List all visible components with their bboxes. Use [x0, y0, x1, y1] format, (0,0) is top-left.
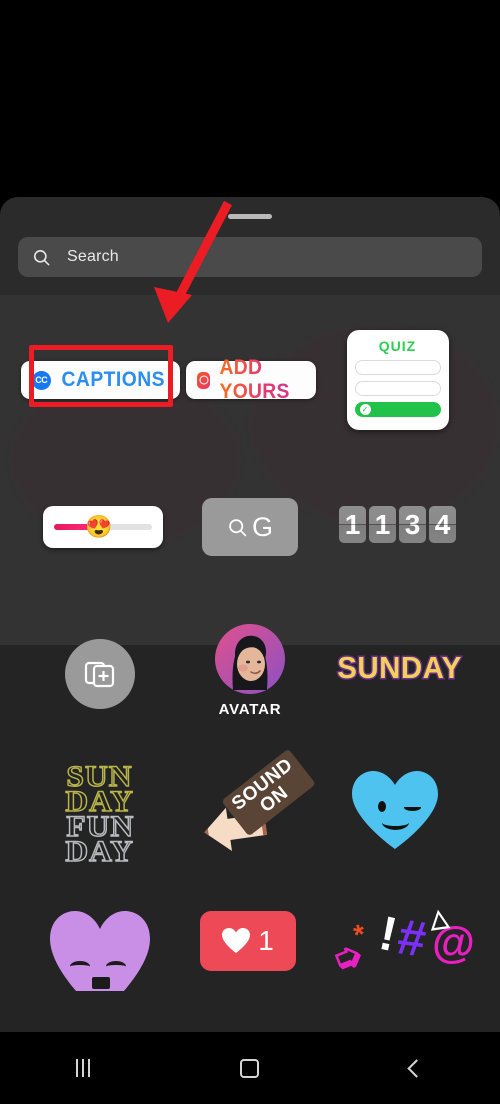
heart-eye-wink: [404, 804, 421, 811]
quiz-card[interactable]: QUIZ ✓: [346, 330, 449, 430]
nav-back-button[interactable]: [382, 1044, 452, 1092]
cc-icon: CC: [31, 370, 51, 390]
purple-heart-graphic: [50, 911, 150, 991]
countdown-tiles[interactable]: 1 1 3 4: [339, 505, 456, 543]
sticker-symbols[interactable]: ➭ * ! # @ △: [325, 903, 476, 981]
avatar[interactable]: [215, 624, 285, 694]
search-placeholder: Search: [67, 248, 119, 265]
countdown-digit: 1: [369, 505, 396, 543]
sound-on-graphic: SOUND ON: [196, 748, 316, 864]
nav-recents-button[interactable]: [48, 1044, 118, 1092]
android-navigation-bar: [0, 1032, 500, 1104]
countdown-digit: 4: [429, 505, 456, 543]
sticker-add-yours[interactable]: ADD YOURS: [186, 355, 316, 405]
quiz-option-row[interactable]: [354, 360, 441, 375]
gif-search-card[interactable]: G: [202, 498, 298, 556]
sticker-tray-sheet: Search CC CAPTIONS ADD YOURS QUIZ ✓ 😍 G …: [0, 197, 500, 1032]
like-counter-card[interactable]: 1: [200, 911, 296, 971]
captions-pill[interactable]: CC CAPTIONS: [20, 361, 181, 399]
quiz-option-row[interactable]: [354, 381, 441, 396]
avatar-wrap[interactable]: AVATAR: [215, 624, 285, 718]
search-icon: [229, 518, 247, 536]
add-yours-pill[interactable]: ADD YOURS: [186, 356, 316, 403]
nav-home-button[interactable]: [215, 1044, 285, 1092]
sfd-line: DAY: [65, 835, 135, 869]
phone-screen: Search CC CAPTIONS ADD YOURS QUIZ ✓ 😍 G …: [0, 0, 500, 1104]
blue-heart-graphic: [352, 771, 438, 849]
sticker-like-counter[interactable]: 1: [198, 909, 298, 973]
avatar-face-icon: [232, 635, 268, 690]
sticker-purple-heart-face[interactable]: [48, 909, 152, 993]
sunday-label: SUNDAY: [336, 649, 463, 687]
sticker-captions[interactable]: CC CAPTIONS: [20, 355, 181, 405]
sticker-sound-on[interactable]: SOUND ON: [192, 748, 316, 869]
quiz-option-row-correct[interactable]: ✓: [354, 402, 441, 417]
heart-eye-closed: [70, 961, 90, 972]
sticker-sunday-fun-day[interactable]: SUN DAY FUN DAY: [42, 755, 158, 873]
heart-mouth: [92, 977, 110, 989]
heart-smile: [382, 815, 409, 830]
recents-icon: [76, 1059, 91, 1077]
home-icon: [240, 1058, 260, 1078]
heart-icon: [352, 771, 438, 849]
giphy-label: G: [251, 511, 273, 542]
heart-icon: [222, 928, 251, 953]
sunday-fun-day-stack: SUN DAY FUN DAY: [65, 760, 135, 869]
sticker-emoji-slider[interactable]: 😍: [38, 502, 168, 552]
add-photo-circle[interactable]: [65, 639, 135, 709]
slider-emoji-knob[interactable]: 😍: [85, 514, 112, 540]
search-input[interactable]: Search: [18, 237, 482, 277]
heart-eye-open: [378, 801, 386, 812]
emoji-slider-card[interactable]: 😍: [43, 506, 163, 548]
symbol-tick: △: [428, 903, 451, 934]
check-icon: ✓: [359, 404, 371, 415]
search-icon: [33, 249, 50, 265]
heart-eye-closed: [106, 961, 126, 972]
countdown-digit: 3: [399, 505, 426, 543]
add-photo-icon: [84, 661, 115, 688]
symbols-graphic: ➭ * ! # @ △: [325, 903, 475, 981]
sticker-quiz[interactable]: QUIZ ✓: [340, 325, 455, 435]
sticker-gif-search[interactable]: G: [200, 497, 300, 557]
like-count-label: 1: [258, 925, 274, 956]
avatar-label: AVATAR: [218, 701, 282, 718]
sticker-avatar[interactable]: AVATAR: [212, 617, 288, 725]
symbol-hash: #: [394, 908, 430, 968]
sticker-add-photo[interactable]: [64, 638, 136, 710]
drag-handle[interactable]: [228, 214, 272, 219]
back-icon: [407, 1058, 426, 1078]
sticker-countdown[interactable]: 1 1 3 4: [335, 499, 460, 549]
quiz-title: QUIZ: [378, 338, 417, 354]
camera-icon: [197, 371, 211, 389]
sticker-sunday[interactable]: SUNDAY: [330, 645, 470, 691]
countdown-digit: 1: [339, 505, 366, 543]
captions-label: CAPTIONS: [61, 368, 165, 391]
add-yours-label: ADD YOURS: [220, 356, 302, 404]
sticker-blue-heart-wink[interactable]: [350, 767, 440, 853]
